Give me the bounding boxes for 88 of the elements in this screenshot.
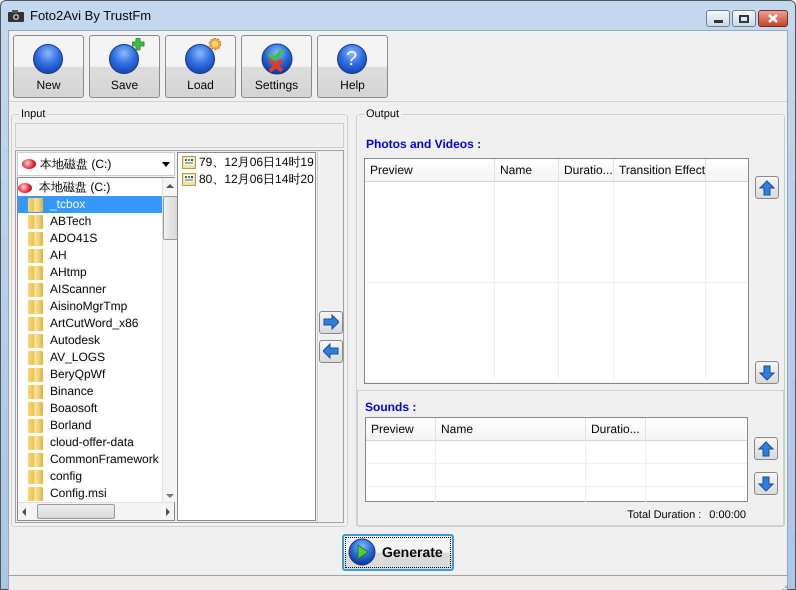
tree-item[interactable]: BeryQpWf	[18, 366, 162, 383]
folder-icon	[28, 384, 43, 398]
column-header[interactable]: Duratio...	[559, 159, 614, 181]
folder-icon	[28, 282, 43, 296]
vertical-scrollbar[interactable]	[162, 178, 178, 502]
toolbar-button[interactable]: New	[13, 35, 84, 98]
horizontal-scrollbar[interactable]	[18, 502, 174, 520]
toolbar-button[interactable]: Load	[165, 35, 236, 98]
folder-icon	[28, 470, 43, 484]
folder-icon	[28, 418, 43, 432]
tree-item[interactable]: Boaosoft	[18, 400, 162, 417]
folder-icon	[28, 198, 43, 212]
tree-item[interactable]: AH	[18, 247, 162, 264]
move-down-button[interactable]	[755, 361, 779, 384]
image-file-icon	[182, 173, 196, 186]
tree-item[interactable]: ADO41S	[18, 230, 162, 247]
folder-icon	[28, 452, 43, 466]
toolbar-button[interactable]: ? Help	[317, 35, 388, 98]
tree-item[interactable]: config	[18, 468, 162, 485]
column-header[interactable]: Preview	[365, 159, 495, 181]
down-arrow-icon	[758, 476, 774, 492]
column-header[interactable]: Name	[495, 159, 559, 181]
remove-button[interactable]	[318, 340, 342, 362]
tree-item[interactable]: AV_LOGS	[18, 349, 162, 366]
close-button[interactable]	[758, 10, 788, 27]
move-up-button[interactable]	[754, 437, 778, 460]
tree-item[interactable]: Config.msi	[18, 485, 162, 502]
drive-icon	[22, 159, 36, 169]
folder-icon	[28, 368, 43, 382]
maximize-button[interactable]	[732, 10, 756, 27]
column-header[interactable]: Transition Effect	[614, 159, 706, 181]
tree-item[interactable]: ABTech	[18, 213, 162, 230]
close-icon	[768, 14, 778, 23]
up-arrow-icon	[759, 180, 775, 196]
window-title: Foto2Avi By TrustFm	[30, 8, 152, 23]
tree-item[interactable]: AIScanner	[18, 281, 162, 298]
file-item[interactable]: 80、12月06日14时20	[178, 171, 315, 188]
folder-icon	[28, 486, 43, 500]
image-file-icon	[182, 156, 196, 169]
move-up-button[interactable]	[755, 176, 779, 199]
tree-item[interactable]: AHtmp	[18, 264, 162, 281]
down-arrow-icon	[759, 364, 775, 380]
sphere-plus-icon	[106, 41, 142, 75]
up-arrow-icon	[758, 440, 774, 456]
group-label: Input	[20, 108, 46, 120]
tree-item[interactable]: Borland	[18, 417, 162, 434]
total-duration-value: 0:00:00	[709, 509, 746, 521]
folder-icon	[28, 214, 43, 228]
sphere-star-icon	[182, 41, 218, 75]
tree-item[interactable]: AisinoMgrTmp	[18, 298, 162, 315]
check-cross-icon	[258, 41, 294, 75]
folder-icon	[28, 402, 43, 416]
folder-icon	[28, 232, 43, 246]
group-label: Output	[365, 108, 400, 120]
caret-icon	[162, 162, 170, 166]
camera-icon	[8, 10, 24, 22]
folder-icon	[28, 350, 43, 364]
drive-dropdown[interactable]: 本地磁盘 (C:)	[17, 152, 175, 176]
tree-item[interactable]: Autodesk	[18, 332, 162, 349]
generate-button[interactable]: Generate	[342, 534, 454, 570]
section-title: Photos and Videos :	[366, 137, 482, 151]
minimize-button[interactable]	[706, 10, 730, 27]
section-title: Sounds :	[365, 400, 418, 414]
folder-icon	[28, 266, 43, 280]
tree-item[interactable]: 本地磁盘 (C:)	[18, 179, 162, 196]
file-item[interactable]: 79、12月06日14时19	[178, 154, 315, 171]
column-header[interactable]: Preview	[366, 418, 436, 440]
tree-item[interactable]: CommonFramework	[18, 451, 162, 468]
add-button[interactable]	[318, 310, 342, 334]
toolbar-button[interactable]: Settings	[241, 35, 312, 98]
maximize-icon	[739, 14, 749, 22]
total-duration-label: Total Duration :	[627, 509, 702, 521]
toolbar-button[interactable]: Save	[89, 35, 160, 98]
tree-item[interactable]: Binance	[18, 383, 162, 400]
right-arrow-icon	[322, 314, 338, 330]
column-header[interactable]: Name	[436, 418, 586, 440]
tree-item[interactable]: cloud-offer-data	[18, 434, 162, 451]
move-down-button[interactable]	[754, 472, 778, 495]
folder-icon	[28, 436, 43, 450]
folder-icon	[28, 334, 43, 348]
folder-icon	[28, 248, 43, 262]
column-header[interactable]: Duratio...	[586, 418, 646, 440]
play-icon	[348, 538, 376, 566]
folder-icon	[28, 300, 43, 314]
folder-icon	[28, 316, 43, 330]
tree-item[interactable]: ArtCutWord_x86	[18, 315, 162, 332]
drive-icon	[18, 182, 32, 192]
left-arrow-icon	[322, 343, 338, 359]
